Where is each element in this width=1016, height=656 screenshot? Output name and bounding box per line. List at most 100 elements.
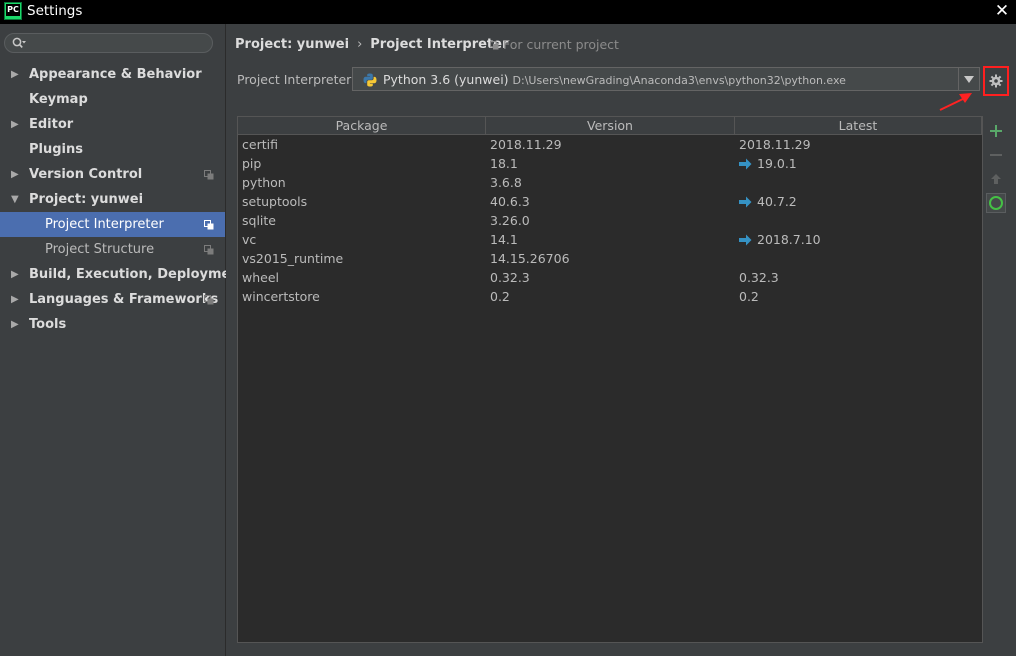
- interpreter-settings-button[interactable]: [983, 66, 1009, 96]
- sidebar-item-project-yunwei[interactable]: ▼ Project: yunwei: [0, 187, 225, 212]
- sidebar-item-version-control[interactable]: ▶ Version Control: [0, 162, 225, 187]
- settings-sidebar: ▶ Appearance & Behavior Keymap ▶ Editor Plugi…: [0, 24, 246, 656]
- page-title: Project Interpreter: [370, 37, 509, 52]
- sidebar-item-tools[interactable]: ▶ Tools: [0, 312, 225, 337]
- chevron-right-icon[interactable]: ▶: [11, 312, 21, 337]
- breadcrumb-separator: ›: [357, 37, 363, 52]
- table-row[interactable]: vc 14.1 2018.7.10: [238, 230, 982, 249]
- table-row[interactable]: pip 18.1 19.0.1: [238, 154, 982, 173]
- project-scope-icon: [204, 170, 214, 180]
- package-latest-text: 0.2: [739, 289, 759, 304]
- package-version: 0.32.3: [490, 268, 530, 287]
- sidebar-item-project-structure[interactable]: Project Structure: [0, 237, 225, 262]
- remove-icon: [990, 154, 1002, 156]
- package-version-text: 0.32.3: [490, 270, 530, 285]
- interpreter-label: Project Interpreter:: [237, 72, 356, 87]
- package-toolbar: [984, 116, 1008, 643]
- chevron-down-icon: [964, 76, 974, 83]
- chevron-right-icon[interactable]: ▶: [11, 112, 21, 137]
- sidebar-item-build-execution-deployment[interactable]: ▶ Build, Execution, Deployment: [0, 262, 246, 287]
- column-header-latest[interactable]: Latest: [735, 117, 982, 134]
- chevron-right-icon[interactable]: ▶: [11, 262, 21, 287]
- table-row[interactable]: setuptools 40.6.3 40.7.2: [238, 192, 982, 211]
- package-name: vs2015_runtime: [242, 249, 343, 268]
- chevron-right-icon[interactable]: ▶: [11, 62, 21, 87]
- package-latest-text: 2018.7.10: [757, 232, 821, 247]
- conda-icon: [989, 196, 1003, 210]
- python-icon: [363, 73, 377, 87]
- table-row[interactable]: sqlite 3.26.0: [238, 211, 982, 230]
- chevron-right-icon[interactable]: ▶: [11, 287, 21, 312]
- package-version: 3.6.8: [490, 173, 522, 192]
- sidebar-item-project-interpreter[interactable]: Project Interpreter: [0, 212, 225, 237]
- package-version: 40.6.3: [490, 192, 530, 211]
- package-latest-text: 40.7.2: [757, 194, 797, 209]
- package-latest: 0.32.3: [739, 268, 779, 287]
- packages-table: Package Version Latest certifi 2018.11.29…: [237, 116, 983, 643]
- search-input[interactable]: [4, 33, 213, 53]
- upgrade-available-icon: [739, 234, 752, 246]
- title-bar: PC Settings ✕: [0, 0, 1016, 24]
- sidebar-item-plugins[interactable]: Plugins: [0, 137, 225, 162]
- package-latest-text: 0.32.3: [739, 270, 779, 285]
- interpreter-select[interactable]: Python 3.6 (yunwei) D:\Users\newGrading\A…: [352, 67, 980, 91]
- package-name: certifi: [242, 135, 278, 154]
- table-row[interactable]: wincertstore 0.2 0.2: [238, 287, 982, 306]
- sidebar-item-appearance-behavior[interactable]: ▶ Appearance & Behavior: [0, 62, 225, 87]
- interpreter-path: D:\Users\newGrading\Anaconda3\envs\pytho…: [512, 74, 846, 87]
- sidebar-item-languages-frameworks[interactable]: ▶ Languages & Frameworks: [0, 287, 225, 312]
- package-version-text: 18.1: [490, 156, 518, 171]
- package-version-text: 3.26.0: [490, 213, 530, 228]
- package-version-text: 14.1: [490, 232, 518, 247]
- upgrade-available-icon: [739, 196, 752, 208]
- search-icon: [12, 37, 26, 48]
- breadcrumb: Project: yunwei › Project Interpreter: [235, 37, 508, 52]
- chevron-down-icon[interactable]: ▼: [11, 187, 21, 212]
- package-version-text: 0.2: [490, 289, 510, 304]
- package-name-text: vs2015_runtime: [242, 251, 344, 266]
- project-scope-icon: [204, 220, 214, 230]
- sidebar-item-label: Project: yunwei: [29, 192, 144, 207]
- uninstall-package-button[interactable]: [986, 145, 1006, 165]
- project-scope-icon: [204, 295, 214, 305]
- package-latest: 40.7.2: [739, 192, 797, 211]
- gear-icon: [989, 74, 1003, 88]
- scope-note: For current project: [490, 37, 619, 52]
- package-name: pip: [242, 154, 261, 173]
- window-title: Settings: [27, 3, 83, 19]
- upgrade-icon: [991, 174, 1001, 184]
- package-name: sqlite: [242, 211, 276, 230]
- use-conda-button[interactable]: [986, 193, 1006, 213]
- chevron-right-icon[interactable]: ▶: [11, 162, 21, 187]
- column-header-package[interactable]: Package: [238, 117, 486, 134]
- settings-tree: ▶ Appearance & Behavior Keymap ▶ Editor Plugi…: [0, 62, 246, 337]
- table-row[interactable]: wheel 0.32.3 0.32.3: [238, 268, 982, 287]
- package-latest: 2018.11.29: [739, 135, 811, 154]
- package-name-text: wincertstore: [242, 289, 320, 304]
- upgrade-package-button[interactable]: [986, 169, 1006, 189]
- interpreter-dropdown-button[interactable]: [958, 68, 979, 90]
- package-name-text: pip: [242, 156, 262, 171]
- package-latest: 2018.7.10: [739, 230, 821, 249]
- app-icon-text: PC: [6, 4, 20, 16]
- table-row[interactable]: vs2015_runtime 14.15.26706: [238, 249, 982, 268]
- interpreter-name: Python 3.6 (yunwei): [383, 72, 509, 87]
- sidebar-item-label: Version Control: [29, 167, 143, 182]
- sidebar-item-label: Keymap: [29, 92, 88, 107]
- package-latest-text: 2018.11.29: [739, 137, 811, 152]
- scope-label: For current project: [503, 37, 619, 52]
- sidebar-item-label: Languages & Frameworks: [29, 292, 219, 307]
- package-name-text: sqlite: [242, 213, 276, 228]
- package-name-text: vc: [242, 232, 257, 247]
- sidebar-item-keymap[interactable]: Keymap: [0, 87, 225, 112]
- close-icon[interactable]: ✕: [992, 1, 1012, 21]
- sidebar-item-label: Project Structure: [45, 242, 155, 257]
- sidebar-item-editor[interactable]: ▶ Editor: [0, 112, 225, 137]
- column-header-version[interactable]: Version: [486, 117, 735, 134]
- table-row[interactable]: certifi 2018.11.29 2018.11.29: [238, 135, 982, 154]
- package-name: setuptools: [242, 192, 307, 211]
- table-header: Package Version Latest: [238, 117, 982, 135]
- install-package-button[interactable]: [986, 121, 1006, 141]
- package-name: wheel: [242, 268, 279, 287]
- table-row[interactable]: python 3.6.8: [238, 173, 982, 192]
